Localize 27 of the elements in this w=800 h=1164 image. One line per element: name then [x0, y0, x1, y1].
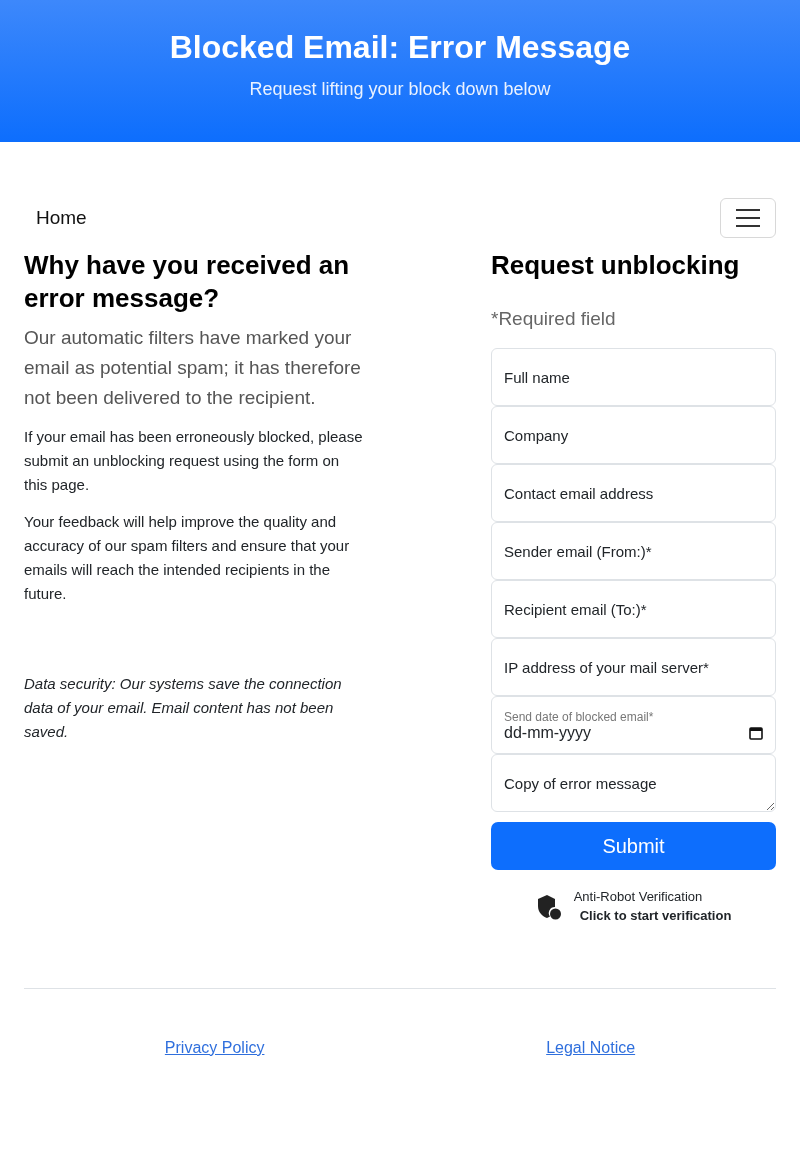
textarea-field[interactable]: Copy of error message	[491, 754, 776, 812]
menu-icon	[735, 208, 761, 228]
paragraph: If your email has been erroneously blocked, please submit an unblocking request using the form on this page.	[24, 427, 364, 495]
lead-text: Our automatic filters have marked your email as potential spam; it has therefore not been delivered to the recipient.	[24, 326, 362, 410]
input-field[interactable]: Contact email address	[491, 464, 776, 522]
form-heading: Request unblocking	[491, 249, 741, 282]
security-note: Data security: Our systems save the connection data of your email. Email content has not been saved.	[24, 674, 343, 742]
input-field[interactable]: Full name	[491, 348, 776, 406]
captcha-title: Anti-Robot Verification	[573, 888, 704, 906]
section-heading: Why have you received an error message?	[24, 249, 351, 315]
menu-button[interactable]	[720, 198, 776, 238]
footer-link[interactable]: Legal Notice	[546, 1039, 636, 1057]
footer-link[interactable]: Privacy Policy	[164, 1039, 265, 1057]
calendar-icon[interactable]	[749, 726, 763, 740]
input-field[interactable]: Sender email (From:)*	[491, 522, 776, 580]
input-field[interactable]: IP address of your mail server*	[491, 638, 776, 696]
shield-icon[interactable]	[535, 894, 562, 920]
submit-button[interactable]: Submit	[491, 822, 776, 870]
page-title: Blocked Email: Error Message	[169, 28, 631, 67]
input-field[interactable]: Recipient email (To:)*	[491, 580, 776, 638]
page-subtitle: Request lifting your block down below	[249, 78, 551, 101]
paragraph: Your feedback will help improve the quality and accuracy of our spam filters and ensure that your emails will reach the intended recipients in the future.	[24, 512, 351, 604]
date-field[interactable]: Send date of blocked email* dd-mm-yyyy	[491, 696, 776, 754]
input-field[interactable]: Company	[491, 406, 776, 464]
home-link[interactable]: Home	[36, 207, 87, 229]
required-note: *Required field	[491, 308, 617, 330]
captcha-action[interactable]: Click to start verification	[573, 906, 732, 926]
